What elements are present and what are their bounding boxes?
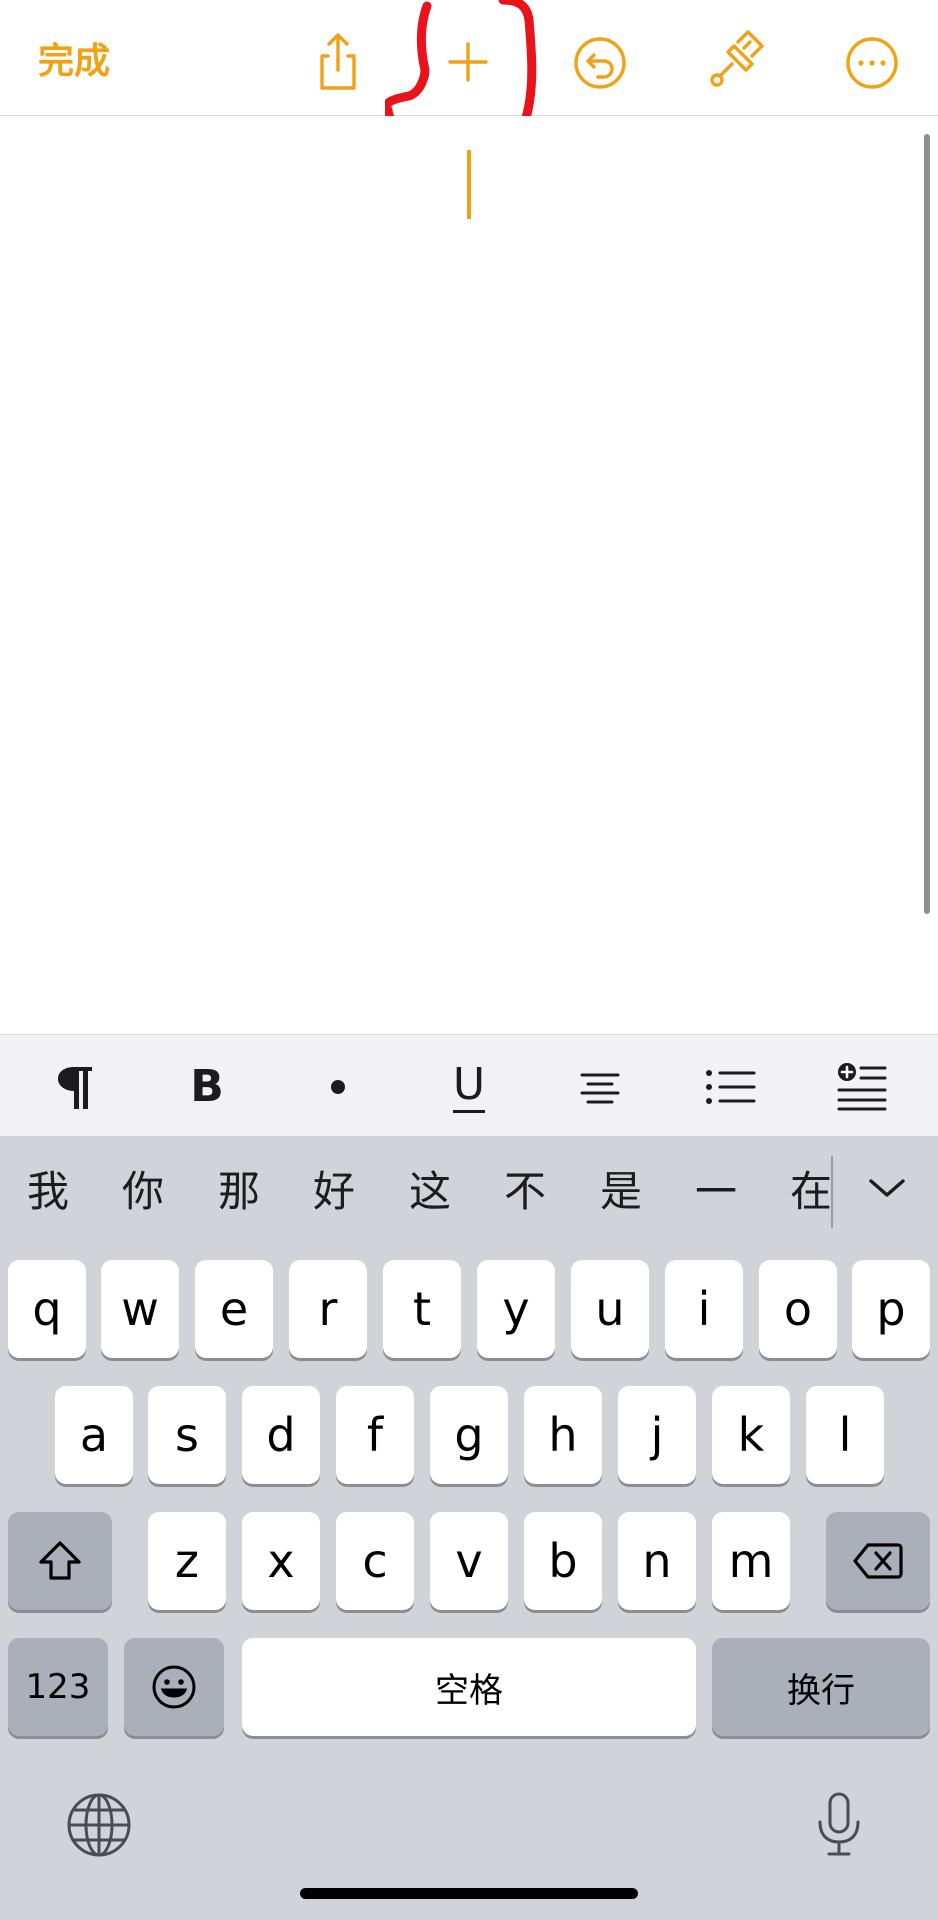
key-e[interactable]: e (195, 1260, 273, 1358)
candidate-item[interactable]: 这 (400, 1164, 460, 1220)
key-r[interactable]: r (289, 1260, 367, 1358)
key-b[interactable]: b (524, 1512, 602, 1610)
keyboard: 我 你 那 好 这 不 是 一 在 q w e r t y u i o p a (0, 1136, 938, 1920)
paragraph-icon[interactable] (44, 1057, 108, 1117)
key-i[interactable]: i (665, 1260, 743, 1358)
candidate-item[interactable]: 是 (591, 1164, 651, 1220)
key-z[interactable]: z (148, 1512, 226, 1610)
key-m[interactable]: m (712, 1512, 790, 1610)
top-toolbar: 完成 (0, 0, 938, 116)
space-key[interactable]: 空格 (242, 1638, 696, 1736)
key-q[interactable]: q (8, 1260, 86, 1358)
key-c[interactable]: c (336, 1512, 414, 1610)
emoji-key[interactable] (124, 1638, 224, 1736)
bold-icon[interactable]: B (175, 1057, 239, 1117)
backspace-icon (853, 1543, 903, 1579)
more-icon[interactable] (840, 30, 904, 94)
candidate-item[interactable]: 好 (304, 1164, 364, 1220)
candidate-item[interactable]: 那 (209, 1164, 269, 1220)
shift-key[interactable] (8, 1512, 112, 1610)
home-indicator[interactable] (300, 1888, 638, 1899)
shift-icon (39, 1541, 81, 1580)
key-g[interactable]: g (430, 1386, 508, 1484)
key-w[interactable]: w (101, 1260, 179, 1358)
microphone-icon[interactable] (804, 1790, 874, 1860)
paintbrush-icon[interactable] (704, 30, 768, 94)
list-icon[interactable] (699, 1057, 763, 1117)
key-x[interactable]: x (242, 1512, 320, 1610)
key-y[interactable]: y (477, 1260, 555, 1358)
key-a[interactable]: a (55, 1386, 133, 1484)
emoji-icon (152, 1665, 196, 1709)
key-j[interactable]: j (618, 1386, 696, 1484)
key-f[interactable]: f (336, 1386, 414, 1484)
key-o[interactable]: o (759, 1260, 837, 1358)
format-bar: B U (0, 1034, 938, 1137)
key-v[interactable]: v (430, 1512, 508, 1610)
key-u[interactable]: u (571, 1260, 649, 1358)
candidate-bar: 我 你 那 好 这 不 是 一 在 (0, 1136, 938, 1248)
done-button[interactable]: 完成 (38, 40, 110, 84)
text-cursor (467, 150, 471, 219)
numbers-key[interactable]: 123 (8, 1638, 108, 1736)
key-t[interactable]: t (383, 1260, 461, 1358)
candidate-item[interactable]: 不 (495, 1164, 555, 1220)
key-p[interactable]: p (852, 1260, 930, 1358)
key-d[interactable]: d (242, 1386, 320, 1484)
candidate-item[interactable]: 我 (18, 1164, 78, 1220)
chevron-down-icon[interactable] (862, 1164, 912, 1214)
pages-editor-screen: 完成 B U 我 你 那 好 这 不 是 一 在 q w e r t y u i… (0, 0, 938, 1920)
key-s[interactable]: s (148, 1386, 226, 1484)
globe-icon[interactable] (64, 1790, 134, 1860)
share-icon[interactable] (306, 30, 370, 94)
key-h[interactable]: h (524, 1386, 602, 1484)
delete-key[interactable] (826, 1512, 930, 1610)
align-center-icon[interactable] (568, 1057, 632, 1117)
undo-icon[interactable] (568, 30, 632, 94)
candidate-divider (831, 1156, 833, 1228)
plus-icon[interactable] (436, 30, 500, 94)
insert-icon[interactable] (830, 1057, 894, 1117)
return-key[interactable]: 换行 (712, 1638, 930, 1736)
key-k[interactable]: k (712, 1386, 790, 1484)
bullet-icon[interactable] (306, 1057, 370, 1117)
underline-icon[interactable]: U (437, 1057, 501, 1117)
candidate-item[interactable]: 你 (113, 1164, 173, 1220)
scrollbar[interactable] (924, 134, 930, 914)
document-body[interactable] (0, 116, 938, 1034)
key-n[interactable]: n (618, 1512, 696, 1610)
key-l[interactable]: l (806, 1386, 884, 1484)
candidate-item[interactable]: 一 (686, 1164, 746, 1220)
